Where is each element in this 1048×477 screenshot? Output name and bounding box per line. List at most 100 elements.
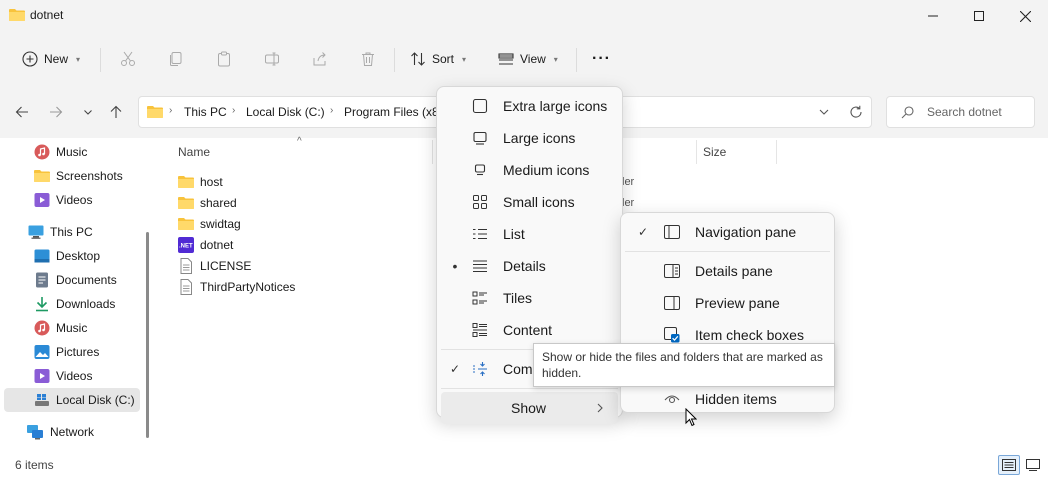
- videos-icon: [34, 192, 50, 208]
- close-icon: [1019, 10, 1031, 22]
- sidebar-scrollbar[interactable]: [146, 232, 149, 438]
- menu-item-tiles[interactable]: Tiles: [441, 282, 618, 314]
- file-row[interactable]: ThirdPartyNotices: [178, 276, 295, 297]
- menu-item-preview-pane[interactable]: Preview pane: [625, 287, 830, 319]
- column-divider[interactable]: [776, 140, 777, 164]
- menu-item-details[interactable]: • Details: [441, 250, 618, 282]
- menu-item-details-pane[interactable]: Details pane: [625, 255, 830, 287]
- file-row[interactable]: host: [178, 171, 223, 192]
- details-pane-icon: [661, 264, 683, 278]
- address-history-chevron-icon[interactable]: [819, 107, 829, 117]
- videos-icon: [34, 368, 50, 384]
- copy-button[interactable]: [162, 44, 190, 74]
- menu-item-extra-large-icons[interactable]: Extra large icons: [441, 90, 618, 122]
- medium-icons-icon: [469, 162, 491, 178]
- column-header-name[interactable]: Name: [178, 145, 210, 159]
- sidebar-item-network[interactable]: Network: [4, 420, 140, 444]
- sidebar-item-this-pc[interactable]: This PC: [4, 220, 140, 244]
- rename-button[interactable]: [258, 44, 286, 74]
- file-name: swidtag: [200, 216, 241, 231]
- menu-item-list[interactable]: List: [441, 218, 618, 250]
- dotnet-exe-icon: .NET: [178, 236, 194, 253]
- sidebar-item-videos[interactable]: Videos: [4, 188, 140, 212]
- chevron-right-icon: [596, 403, 604, 413]
- large-icons-view-toggle[interactable]: [1023, 455, 1043, 475]
- refresh-icon[interactable]: [849, 105, 863, 119]
- toolbar-divider: [576, 48, 577, 72]
- sidebar-item-documents[interactable]: Documents: [4, 268, 140, 292]
- sort-button[interactable]: Sort ▾: [404, 44, 472, 74]
- eye-icon: [661, 393, 683, 405]
- close-button[interactable]: [1002, 0, 1048, 32]
- column-header-size[interactable]: Size: [703, 145, 726, 159]
- sidebar-item-label: Network: [50, 425, 95, 439]
- copy-icon: [168, 51, 184, 67]
- column-divider[interactable]: [432, 140, 433, 164]
- column-divider[interactable]: [696, 140, 697, 164]
- sidebar-item-screenshots[interactable]: Screenshots: [4, 164, 140, 188]
- share-button[interactable]: [306, 44, 334, 74]
- compact-icon: [469, 361, 491, 377]
- menu-item-content[interactable]: Content: [441, 314, 618, 346]
- large-icons-view-icon: [1026, 459, 1040, 471]
- details-view-toggle[interactable]: [998, 455, 1020, 475]
- details-icon: [469, 258, 491, 274]
- rename-icon: [264, 51, 280, 67]
- tiles-icon: [469, 290, 491, 306]
- share-icon: [312, 51, 328, 67]
- sidebar-item-videos[interactable]: Videos: [4, 364, 140, 388]
- maximize-button[interactable]: [956, 0, 1002, 32]
- menu-item-hidden-items[interactable]: Hidden items: [625, 383, 830, 415]
- search-icon: [901, 106, 914, 119]
- menu-item-medium-icons[interactable]: Medium icons: [441, 154, 618, 186]
- sidebar-item-label: Local Disk (C:): [56, 393, 135, 407]
- file-type-cell: ler: [622, 176, 635, 188]
- folder-icon: [147, 105, 163, 119]
- breadcrumb-program-files[interactable]: Program Files (x8: [344, 105, 439, 119]
- file-row[interactable]: swidtag: [178, 213, 241, 234]
- delete-button[interactable]: [354, 44, 382, 74]
- breadcrumb-separator-icon: ›: [232, 105, 236, 116]
- plus-circle-icon: [22, 51, 38, 67]
- sidebar-item-label: Music: [56, 145, 88, 159]
- file-row[interactable]: shared: [178, 192, 237, 213]
- sidebar-item-local-disk[interactable]: Local Disk (C:): [4, 388, 140, 412]
- sidebar-item-music[interactable]: Music: [4, 140, 140, 164]
- cut-button[interactable]: [114, 44, 142, 74]
- sidebar-item-downloads[interactable]: Downloads: [4, 292, 140, 316]
- breadcrumb-local-disk[interactable]: Local Disk (C:): [246, 105, 325, 119]
- sidebar-item-pictures[interactable]: Pictures: [4, 340, 140, 364]
- paste-button[interactable]: [210, 44, 238, 74]
- back-button[interactable]: [10, 98, 34, 126]
- file-row[interactable]: .NET dotnet: [178, 234, 233, 255]
- folder-icon: [178, 196, 194, 210]
- new-button[interactable]: New ▾: [16, 44, 86, 74]
- menu-item-navigation-pane[interactable]: ✓ Navigation pane: [625, 216, 830, 248]
- arrow-right-icon: [49, 105, 63, 119]
- forward-button[interactable]: [44, 98, 68, 126]
- minimize-button[interactable]: [910, 0, 956, 32]
- search-box[interactable]: Search dotnet: [886, 96, 1035, 128]
- file-row[interactable]: LICENSE: [178, 255, 251, 276]
- menu-item-large-icons[interactable]: Large icons: [441, 122, 618, 154]
- content-icon: [469, 322, 491, 338]
- menu-item-show[interactable]: Show: [441, 392, 618, 424]
- large-icons-icon: [469, 130, 491, 146]
- new-label: New: [44, 52, 69, 66]
- view-icon: [498, 51, 514, 67]
- item-count: 6 items: [15, 458, 54, 472]
- up-button[interactable]: [104, 98, 128, 126]
- paste-icon: [216, 51, 232, 67]
- sidebar-item-music[interactable]: Music: [4, 316, 140, 340]
- toolbar-divider: [100, 48, 101, 72]
- recent-locations-button[interactable]: [76, 98, 100, 126]
- view-button[interactable]: View ▾: [492, 44, 564, 74]
- menu-item-small-icons[interactable]: Small icons: [441, 186, 618, 218]
- details-view-icon: [1002, 459, 1016, 471]
- breadcrumb-this-pc[interactable]: This PC: [184, 105, 227, 119]
- svg-text:.NET: .NET: [179, 243, 193, 249]
- network-icon: [26, 424, 44, 440]
- more-options-button[interactable]: ···: [586, 44, 617, 74]
- search-placeholder: Search dotnet: [927, 105, 1002, 119]
- sidebar-item-desktop[interactable]: Desktop: [4, 244, 140, 268]
